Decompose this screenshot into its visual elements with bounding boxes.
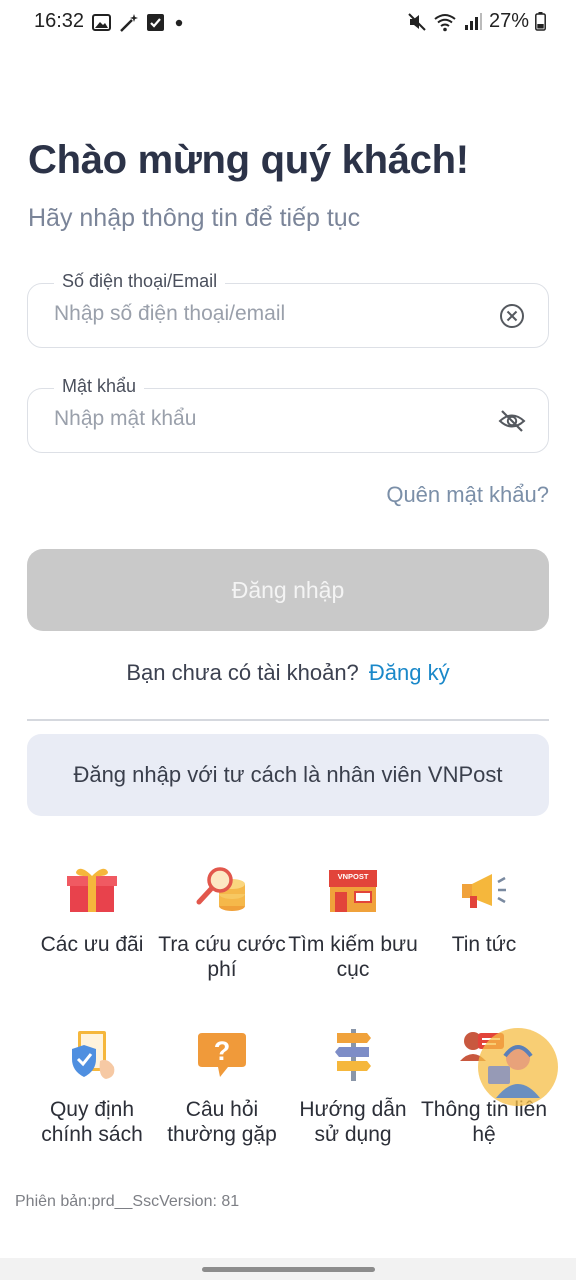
dot-icon — [175, 19, 183, 26]
clear-circle-icon[interactable] — [498, 302, 526, 330]
magic-wand-icon — [120, 14, 138, 32]
login-button[interactable]: Đăng nhập — [27, 549, 549, 631]
divider — [27, 719, 549, 721]
post-office-icon: VNPOST — [329, 870, 377, 912]
register-prompt: Bạn chưa có tài khoản? — [126, 660, 359, 685]
menu-label-faq: Câu hỏi thường gặp — [167, 1098, 277, 1146]
staff-login-button[interactable]: Đăng nhập với tư cách là nhân viên VNPos… — [27, 734, 549, 816]
gift-icon — [67, 868, 117, 912]
password-label: Mật khẩu — [54, 376, 145, 397]
eye-off-icon[interactable] — [498, 407, 526, 435]
menu-item-news[interactable]: Tin tức — [419, 862, 549, 957]
home-indicator[interactable] — [202, 1267, 375, 1272]
floating-support-button[interactable] — [478, 1028, 558, 1106]
mute-icon — [408, 12, 426, 31]
menu-label-fee-lookup: Tra cứu cước phí — [158, 933, 286, 981]
forgot-password-link[interactable]: Quên mật khẩu? — [386, 482, 549, 508]
status-notification-icons — [92, 12, 185, 32]
register-row: Bạn chưa có tài khoản? Đăng ký — [0, 660, 576, 686]
menu-label-contact: Thông tin liên hệ — [420, 1098, 548, 1146]
navigation-bar — [0, 1258, 576, 1280]
svg-text:VNPOST: VNPOST — [338, 872, 369, 881]
menu-label-promotions: Các ưu đãi — [40, 933, 144, 956]
welcome-subtitle: Hãy nhập thông tin để tiếp tục — [28, 204, 361, 232]
checkbox-icon — [147, 13, 164, 31]
menu-item-promotions[interactable]: Các ưu đãi — [27, 862, 157, 957]
menu-label-user-guide: Hướng dẫn sử dụng — [299, 1098, 407, 1146]
image-icon — [92, 13, 111, 31]
policy-document-icon — [72, 1031, 115, 1079]
svg-text:?: ? — [214, 1036, 231, 1066]
menu-label-find-post-office: Tìm kiếm bưu cục — [288, 933, 418, 981]
menu-label-news: Tin tức — [451, 933, 517, 956]
signpost-icon — [335, 1029, 371, 1081]
register-link[interactable]: Đăng ký — [369, 660, 450, 685]
menu-label-policies: Quy định chính sách — [41, 1098, 143, 1146]
status-bar: 16:32 27% — [0, 0, 576, 44]
welcome-title: Chào mừng quý khách! — [28, 138, 469, 182]
customer-support-icon — [488, 1045, 540, 1098]
menu-item-find-post-office[interactable]: VNPOST Tìm kiếm bưu cục — [288, 862, 418, 982]
signal-icon — [464, 12, 482, 30]
version-text: Phiên bản:prd__SscVersion: 81 — [15, 1193, 240, 1210]
menu-item-policies[interactable]: Quy định chính sách — [27, 1027, 157, 1147]
question-bubble-icon: ? — [198, 1033, 246, 1077]
menu-item-faq[interactable]: ? Câu hỏi thường gặp — [157, 1027, 287, 1147]
status-system-icons: 27% — [407, 10, 546, 33]
password-field[interactable]: Mật khẩu — [27, 376, 549, 453]
status-time: 16:32 — [34, 10, 85, 32]
search-coins-icon — [196, 867, 245, 911]
megaphone-icon — [462, 874, 506, 908]
phone-email-field[interactable]: Số điện thoại/Email — [27, 271, 549, 348]
battery-percentage: 27% — [488, 10, 529, 32]
menu-item-fee-lookup[interactable]: Tra cứu cước phí — [157, 862, 287, 982]
battery-icon — [535, 12, 546, 31]
password-input[interactable] — [54, 407, 474, 431]
menu-item-user-guide[interactable]: Hướng dẫn sử dụng — [288, 1027, 418, 1147]
phone-email-input[interactable] — [54, 302, 474, 326]
wifi-icon — [434, 13, 456, 31]
phone-email-label: Số điện thoại/Email — [54, 271, 226, 292]
